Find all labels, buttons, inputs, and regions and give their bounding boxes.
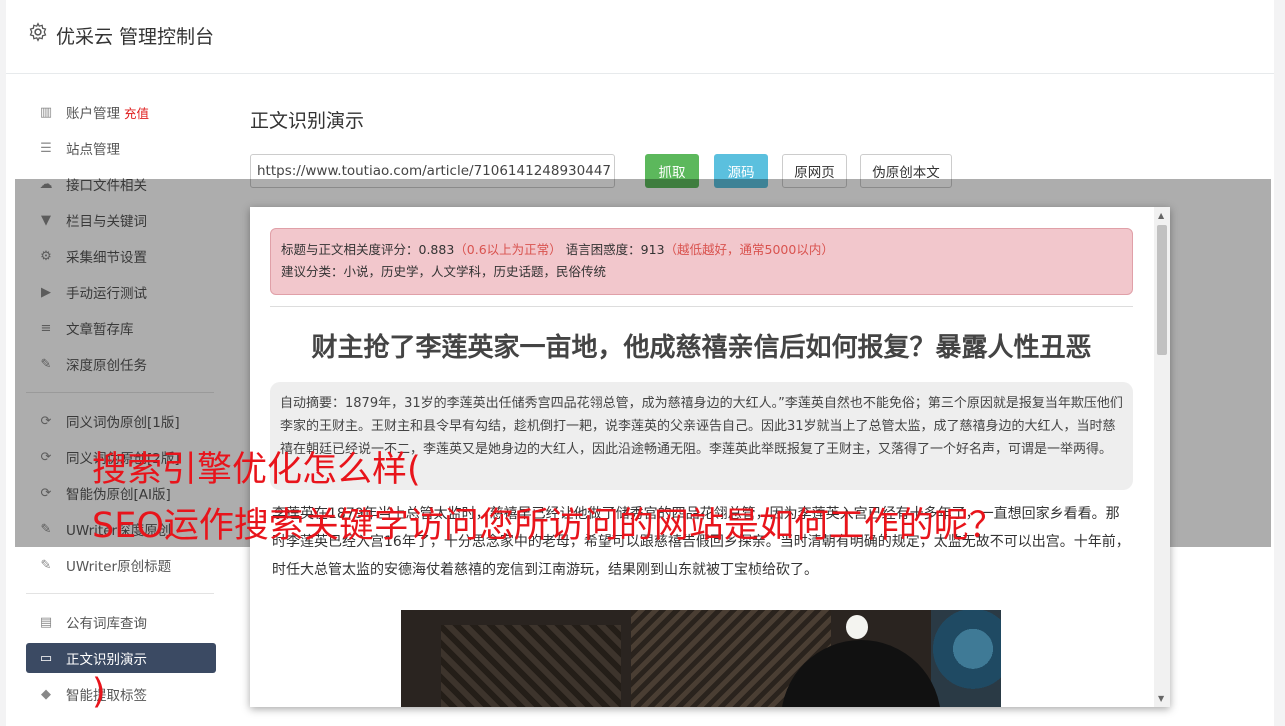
sidebar-item-account[interactable]: ▥ 账户管理 充值 <box>26 94 216 130</box>
sidebar-item-text-recognition[interactable]: ▭ 正文识别演示 <box>26 643 216 673</box>
sidebar-item-label: 账户管理 <box>66 106 120 122</box>
suggested-categories: 建议分类：小说，历史学，人文学科，历史话题，民俗传统 <box>281 264 607 279</box>
scroll-up-icon[interactable]: ▲ <box>1158 211 1164 220</box>
top-bar: 优采云 管理控制台 <box>6 0 1274 74</box>
sidebar-item-public-lexicon[interactable]: ▤ 公有词库查询 <box>26 604 216 640</box>
analysis-alert: 标题与正文相关度评分：0.883（0.6以上为正常） 语言困惑度：913（越低越… <box>270 228 1133 295</box>
watermark-line-1: 搜索引擎优化怎么样( <box>92 450 421 490</box>
app-title: 优采云 管理控制台 <box>56 26 215 48</box>
perplexity-hint: （越低越好，通常5000以内） <box>664 242 834 257</box>
book-icon: ▤ <box>39 614 53 630</box>
sidebar-divider <box>26 593 214 594</box>
article-title: 财主抢了李莲英家一亩地，他成慈禧亲信后如何报复？暴露人性丑恶 <box>311 333 1092 363</box>
sidebar-item-label: 智能提取标签 <box>66 688 147 704</box>
page-title: 正文识别演示 <box>250 110 365 132</box>
sidebar-item-smart-tags[interactable]: ◆ 智能提取标签 <box>26 676 216 712</box>
sidebar-item-label: 站点管理 <box>66 142 120 158</box>
recharge-link[interactable]: 充值 <box>124 103 149 122</box>
sidebar-item-uwriter-title[interactable]: ✎ UWriter原创标题 <box>26 547 216 583</box>
sidebar-item-label: UWriter原创标题 <box>66 559 172 575</box>
sidebar-item-label: 公有词库查询 <box>66 616 147 632</box>
sidebar-item-label: 正文识别演示 <box>66 652 147 668</box>
tag-icon: ◆ <box>41 686 51 702</box>
article-image <box>401 610 1001 707</box>
relevance-hint: （0.6以上为正常） <box>454 242 562 257</box>
gear-icon <box>29 22 47 42</box>
relevance-score: 标题与正文相关度评分：0.883 <box>281 242 455 257</box>
bar-chart-icon: ▥ <box>39 104 53 120</box>
scroll-down-icon[interactable]: ▼ <box>1158 694 1164 703</box>
server-icon: ☰ <box>40 140 52 156</box>
scroll-thumb[interactable] <box>1157 225 1167 355</box>
watermark-line-2: SEO运作搜索关键字访问您所访问的网站是如何工作的呢？ <box>92 506 1004 546</box>
monitor-icon: ▭ <box>39 650 53 666</box>
divider <box>270 306 1133 307</box>
perplexity-score: 语言困惑度：913 <box>565 242 665 257</box>
modal-scrollbar[interactable]: ▲ ▼ <box>1154 207 1170 707</box>
sidebar-item-sites[interactable]: ☰ 站点管理 <box>26 130 216 166</box>
edit-icon: ✎ <box>40 557 52 573</box>
watermark-line-3: ) <box>92 672 106 712</box>
